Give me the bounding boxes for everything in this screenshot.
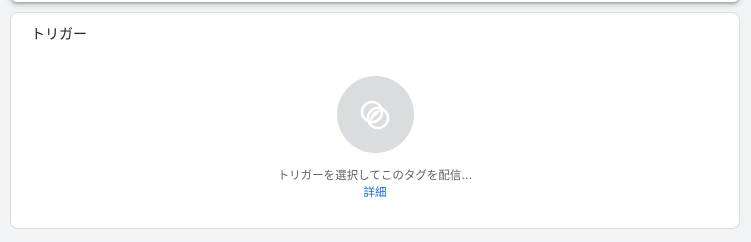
- card-title: トリガー: [31, 27, 87, 43]
- learn-more-link[interactable]: 詳細: [364, 184, 387, 200]
- trigger-placeholder[interactable]: [336, 76, 414, 153]
- choose-trigger-hint: トリガーを選択してこのタグを配信...: [277, 168, 473, 182]
- empty-state: トリガーを選択してこのタグを配信... 詳細: [11, 76, 739, 200]
- triggering-card[interactable]: トリガー トリガーを選択してこのタグを配信... 詳細: [10, 12, 740, 229]
- previous-card-edge: [11, 0, 739, 2]
- trigger-overlap-circles-icon: [360, 100, 390, 129]
